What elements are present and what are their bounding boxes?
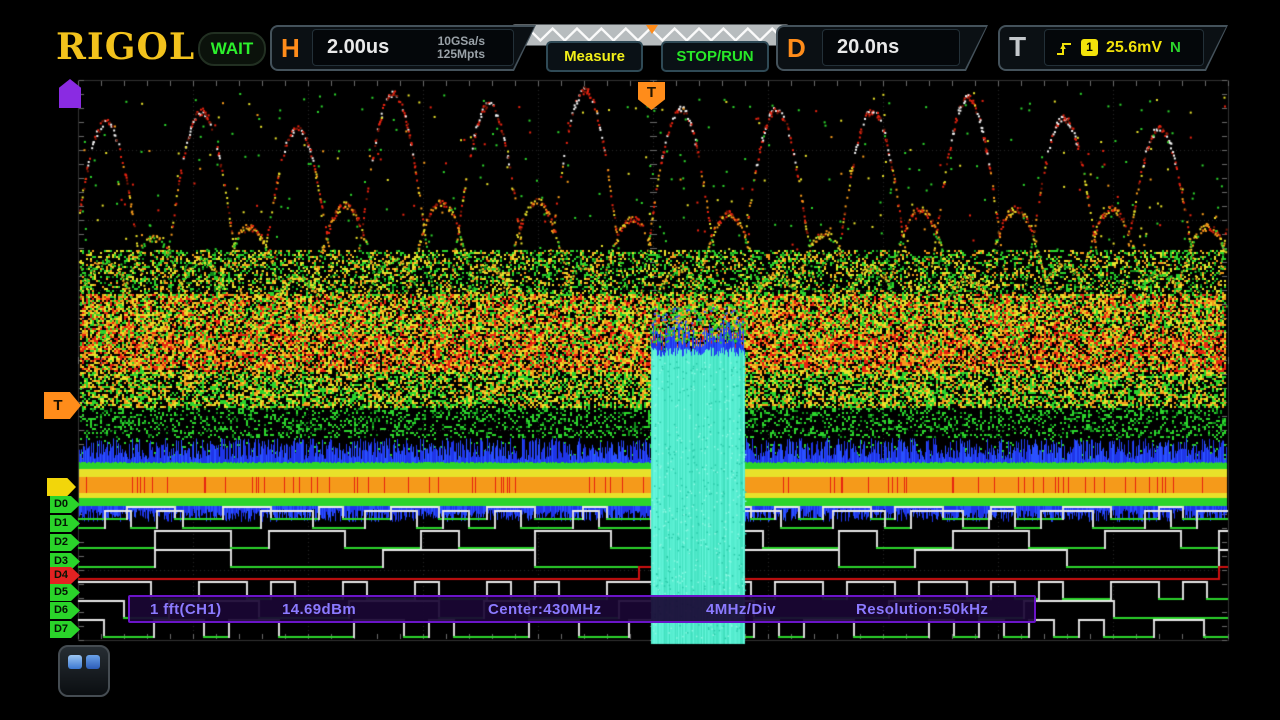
fft-peak-readout: 14.69dBm [282,601,356,618]
timebase-value: 2.00us [313,36,389,59]
delay-box[interactable]: 20.0ns [822,29,960,66]
fft-resolution-readout: Resolution:50kHz [856,601,988,618]
menu-grid-squares [68,655,100,687]
trigger-level-value: 25.6mV [1106,39,1162,57]
fft-result-bar[interactable]: 1 fft(CH1) 14.69dBm Center:430MHz 4MHz/D… [128,595,1036,623]
trigger-slope-rising-icon [1055,39,1073,57]
fft-scale-readout: 4MHz/Div [706,601,776,618]
horizontal-settings-group[interactable]: H 2.00us 10GSa/s 125Mpts [270,25,536,71]
rigol-logo: RIGOL [56,26,195,68]
oscilloscope-screen: T T D0D1D2D3D4D5D6D7 1 fft(CH1) 14.69dBm… [0,0,1280,720]
timebase-box[interactable]: 2.00us 10GSa/s 125Mpts [312,29,514,66]
stop-run-button[interactable]: STOP/RUN [661,41,769,72]
trigger-source-badge: 1 [1081,39,1098,56]
delay-label: D [787,33,806,64]
trigger-box[interactable]: 1 25.6mV N [1044,29,1204,66]
measure-button[interactable]: Measure [546,41,643,72]
acquisition-status-badge: WAIT [198,32,266,66]
acquisition-info: 10GSa/s 125Mpts [437,35,513,61]
horizontal-label: H [281,33,300,64]
delay-settings-group[interactable]: D 20.0ns [776,25,988,71]
fft-center-readout: Center:430MHz [488,601,602,618]
delay-value: 20.0ns [823,36,899,59]
menu-grid-icon[interactable] [58,645,110,697]
sample-rate: 10GSa/s [437,35,485,48]
fft-source-readout: 1 fft(CH1) [150,601,222,618]
trigger-label: T [1009,31,1026,63]
trigger-position-indicator[interactable] [646,25,658,34]
trigger-mode: N [1170,39,1181,56]
trigger-settings-group[interactable]: T 1 25.6mV N [998,25,1228,71]
memory-depth: 125Mpts [437,48,485,61]
